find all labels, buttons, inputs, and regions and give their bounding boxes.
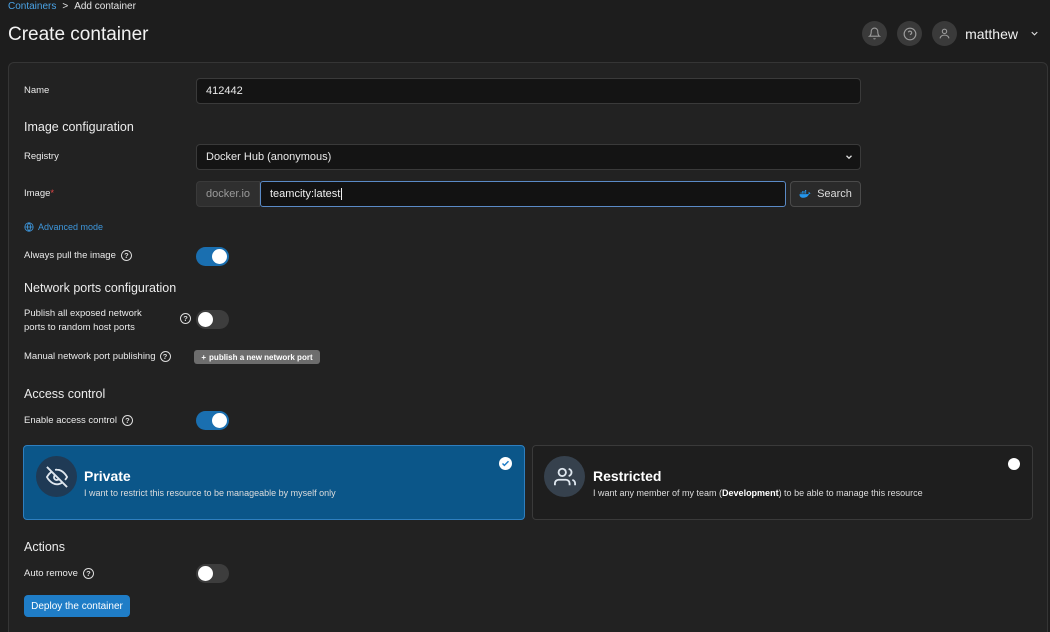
enable-access-label: Enable access control bbox=[24, 415, 117, 426]
help-icon[interactable]: ? bbox=[82, 568, 94, 579]
help-icon[interactable]: ? bbox=[159, 351, 171, 362]
advanced-mode-link[interactable]: Advanced mode bbox=[24, 222, 103, 232]
image-label-text: Image bbox=[24, 188, 51, 199]
chevron-down-icon bbox=[1030, 31, 1038, 36]
enable-access-row: Enable access control ? bbox=[24, 415, 133, 426]
help-icon[interactable]: ? bbox=[120, 250, 132, 261]
bell-icon bbox=[868, 27, 882, 40]
restricted-desc-before: I want any member of my team ( bbox=[593, 488, 723, 498]
registry-selected-value: Docker Hub (anonymous) bbox=[206, 151, 332, 163]
search-button[interactable]: Search bbox=[790, 181, 861, 207]
radio-unselected[interactable] bbox=[1008, 458, 1020, 470]
globe-icon bbox=[24, 222, 34, 232]
private-description: I want to restrict this resource to be m… bbox=[84, 488, 336, 498]
always-pull-toggle[interactable] bbox=[196, 247, 229, 266]
restricted-access-card[interactable]: Restricted I want any member of my team … bbox=[532, 445, 1033, 520]
user-menu-toggle[interactable] bbox=[1028, 28, 1040, 40]
image-config-heading: Image configuration bbox=[24, 120, 134, 134]
private-access-card[interactable]: Private I want to restrict this resource… bbox=[23, 445, 525, 520]
access-control-heading: Access control bbox=[24, 387, 106, 401]
help-button[interactable] bbox=[897, 21, 923, 46]
image-input[interactable]: teamcity:latest bbox=[260, 181, 786, 207]
search-button-label: Search bbox=[817, 188, 852, 200]
restricted-desc-after: ) to be able to manage this resource bbox=[778, 488, 923, 498]
always-pull-label: Always pull the image bbox=[24, 250, 116, 261]
advanced-mode-label: Advanced mode bbox=[38, 222, 104, 232]
name-label: Name bbox=[24, 85, 50, 96]
users-icon bbox=[544, 456, 585, 497]
toggle-knob bbox=[198, 312, 213, 327]
auto-remove-label: Auto remove bbox=[24, 568, 78, 579]
manual-port-label: Manual network port publishing bbox=[24, 351, 156, 362]
breadcrumb-current: Add container bbox=[74, 1, 136, 12]
image-input-value: teamcity:latest bbox=[270, 188, 341, 200]
registry-select[interactable]: Docker Hub (anonymous) bbox=[196, 144, 861, 170]
publish-all-toggle[interactable] bbox=[196, 310, 229, 329]
toggle-knob bbox=[198, 566, 213, 581]
notifications-button[interactable] bbox=[862, 21, 888, 46]
auto-remove-row: Auto remove ? bbox=[24, 568, 94, 579]
chevron-down-icon bbox=[846, 155, 852, 160]
user-avatar[interactable] bbox=[932, 21, 958, 46]
required-marker: * bbox=[50, 188, 55, 199]
publish-all-label-line2: ports to random host ports bbox=[24, 322, 135, 333]
deploy-container-button[interactable]: Deploy the container bbox=[24, 595, 130, 617]
header-toolbar: matthew bbox=[862, 21, 1040, 46]
publish-all-label: Publish all exposed network ports to ran… bbox=[24, 307, 142, 335]
image-registry-prefix: docker.io bbox=[196, 181, 260, 207]
name-input[interactable]: 412442 bbox=[196, 78, 861, 104]
page-title: Create container bbox=[8, 24, 149, 45]
breadcrumb-separator: > bbox=[62, 1, 69, 12]
user-icon bbox=[939, 28, 950, 39]
network-ports-heading: Network ports configuration bbox=[24, 281, 177, 295]
text-cursor bbox=[341, 188, 343, 200]
actions-heading: Actions bbox=[24, 540, 65, 554]
docker-icon bbox=[799, 190, 812, 198]
always-pull-row: Always pull the image ? bbox=[24, 250, 132, 261]
restricted-description: I want any member of my team (Developmen… bbox=[593, 488, 923, 498]
check-icon bbox=[499, 457, 512, 470]
eye-off-icon bbox=[36, 456, 77, 497]
publish-port-label: publish a new network port bbox=[209, 352, 313, 362]
team-name: Development bbox=[722, 488, 779, 498]
breadcrumb-containers-link[interactable]: Containers bbox=[8, 1, 56, 12]
breadcrumb: Containers > Add container bbox=[8, 1, 136, 12]
help-icon[interactable]: ? bbox=[121, 415, 133, 426]
publish-all-label-line1: Publish all exposed network bbox=[24, 308, 142, 319]
help-icon[interactable]: ? bbox=[180, 313, 191, 324]
publish-port-button[interactable]: + publish a new network port bbox=[194, 350, 320, 364]
toggle-knob bbox=[212, 413, 227, 428]
plus-icon: + bbox=[201, 352, 207, 362]
registry-label: Registry bbox=[24, 151, 59, 162]
toggle-knob bbox=[212, 249, 227, 264]
private-title: Private bbox=[84, 468, 131, 484]
manual-port-row: Manual network port publishing ? bbox=[24, 351, 171, 362]
username[interactable]: matthew bbox=[965, 26, 1018, 42]
help-icon bbox=[903, 27, 916, 40]
enable-access-toggle[interactable] bbox=[196, 411, 229, 430]
auto-remove-toggle[interactable] bbox=[196, 564, 229, 583]
restricted-title: Restricted bbox=[593, 468, 662, 484]
image-label: Image* bbox=[24, 188, 54, 199]
